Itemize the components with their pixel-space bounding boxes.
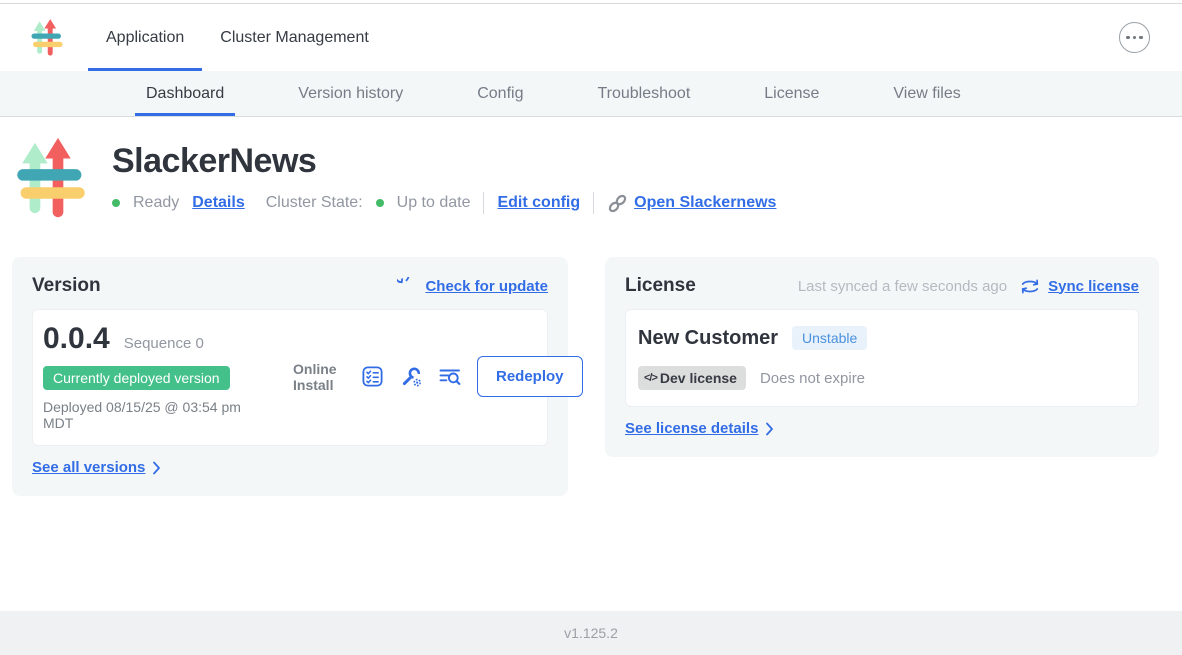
- deployed-status-badge: Currently deployed version: [43, 366, 230, 390]
- chevron-right-icon: [152, 461, 161, 475]
- license-expiry-text: Does not expire: [760, 370, 865, 387]
- deployed-timestamp: Deployed 08/15/25 @ 03:54 pm MDT: [43, 399, 248, 431]
- divider: [593, 192, 594, 214]
- subnav-item-troubleshoot[interactable]: Troubleshoot: [586, 71, 701, 116]
- config-wrench-icon[interactable]: [399, 365, 423, 389]
- subnav-item-version-history[interactable]: Version history: [287, 71, 414, 116]
- app-header: SlackerNews Ready Details Cluster State:…: [14, 137, 1182, 221]
- subnav-item-config[interactable]: Config: [466, 71, 534, 116]
- sequence-label: Sequence 0: [124, 335, 204, 352]
- version-card-title: Version: [32, 275, 101, 297]
- cluster-state-label: Cluster State:: [266, 194, 363, 212]
- app-footer: v1.125.2: [0, 611, 1182, 655]
- tab-application-label: Application: [106, 29, 184, 47]
- subnav-item-license[interactable]: License: [753, 71, 830, 116]
- current-version-panel: 0.0.4 Sequence 0 Currently deployed vers…: [32, 309, 548, 446]
- customer-name: New Customer: [638, 327, 778, 350]
- chain-link-icon: [607, 193, 628, 214]
- ready-status-dot-icon: [112, 199, 120, 207]
- see-all-versions-link[interactable]: See all versions: [32, 459, 548, 476]
- app-logo-icon: [30, 18, 64, 58]
- cluster-status-dot-icon: [376, 199, 384, 207]
- channel-badge: Unstable: [792, 326, 867, 350]
- last-synced-label: Last synced a few seconds ago: [798, 278, 1007, 295]
- subnav-item-dashboard[interactable]: Dashboard: [135, 71, 235, 116]
- license-summary-panel: New Customer Unstable </> Dev license Do…: [625, 309, 1139, 407]
- tab-cluster-management[interactable]: Cluster Management: [202, 4, 387, 71]
- sync-arrows-icon: [1020, 278, 1040, 295]
- top-header: Application Cluster Management: [0, 4, 1182, 71]
- status-details-link[interactable]: Details: [192, 194, 244, 212]
- tab-application[interactable]: Application: [88, 4, 202, 71]
- ready-status-label: Ready: [133, 194, 179, 212]
- view-logs-search-icon[interactable]: [438, 365, 462, 389]
- dashboard-cards: Version Check for update 0.0.4 Sequence …: [12, 257, 1170, 496]
- preflight-checklist-icon[interactable]: [360, 365, 384, 389]
- app-status-row: Ready Details Cluster State: Up to date …: [112, 192, 776, 214]
- refresh-icon: [397, 277, 416, 296]
- sync-license-link[interactable]: Sync license: [1020, 278, 1139, 295]
- version-number: 0.0.4: [43, 322, 110, 356]
- app-subnav: Dashboard Version history Config Trouble…: [0, 71, 1182, 117]
- version-card: Version Check for update 0.0.4 Sequence …: [12, 257, 568, 496]
- console-version-label: v1.125.2: [564, 625, 618, 641]
- code-icon: </>: [644, 372, 657, 384]
- redeploy-button[interactable]: Redeploy: [477, 356, 583, 397]
- tab-cluster-management-label: Cluster Management: [220, 29, 369, 47]
- chevron-right-icon: [765, 422, 774, 436]
- open-app-link[interactable]: Open Slackernews: [607, 193, 776, 214]
- check-for-update-link[interactable]: Check for update: [397, 277, 548, 296]
- ellipsis-icon: [1126, 36, 1130, 40]
- subnav-item-view-files[interactable]: View files: [882, 71, 971, 116]
- divider: [483, 192, 484, 214]
- install-type-label: Online Install: [293, 361, 345, 393]
- license-card: License Last synced a few seconds ago Sy…: [605, 257, 1159, 457]
- license-card-title: License: [625, 275, 696, 297]
- edit-config-link[interactable]: Edit config: [497, 194, 580, 212]
- see-license-details-link[interactable]: See license details: [625, 420, 1139, 437]
- cluster-state-value: Up to date: [397, 194, 471, 212]
- app-logo-icon: [14, 137, 88, 221]
- more-menu-button[interactable]: [1119, 22, 1150, 53]
- license-type-badge: </> Dev license: [638, 366, 746, 390]
- page-title: SlackerNews: [112, 142, 776, 181]
